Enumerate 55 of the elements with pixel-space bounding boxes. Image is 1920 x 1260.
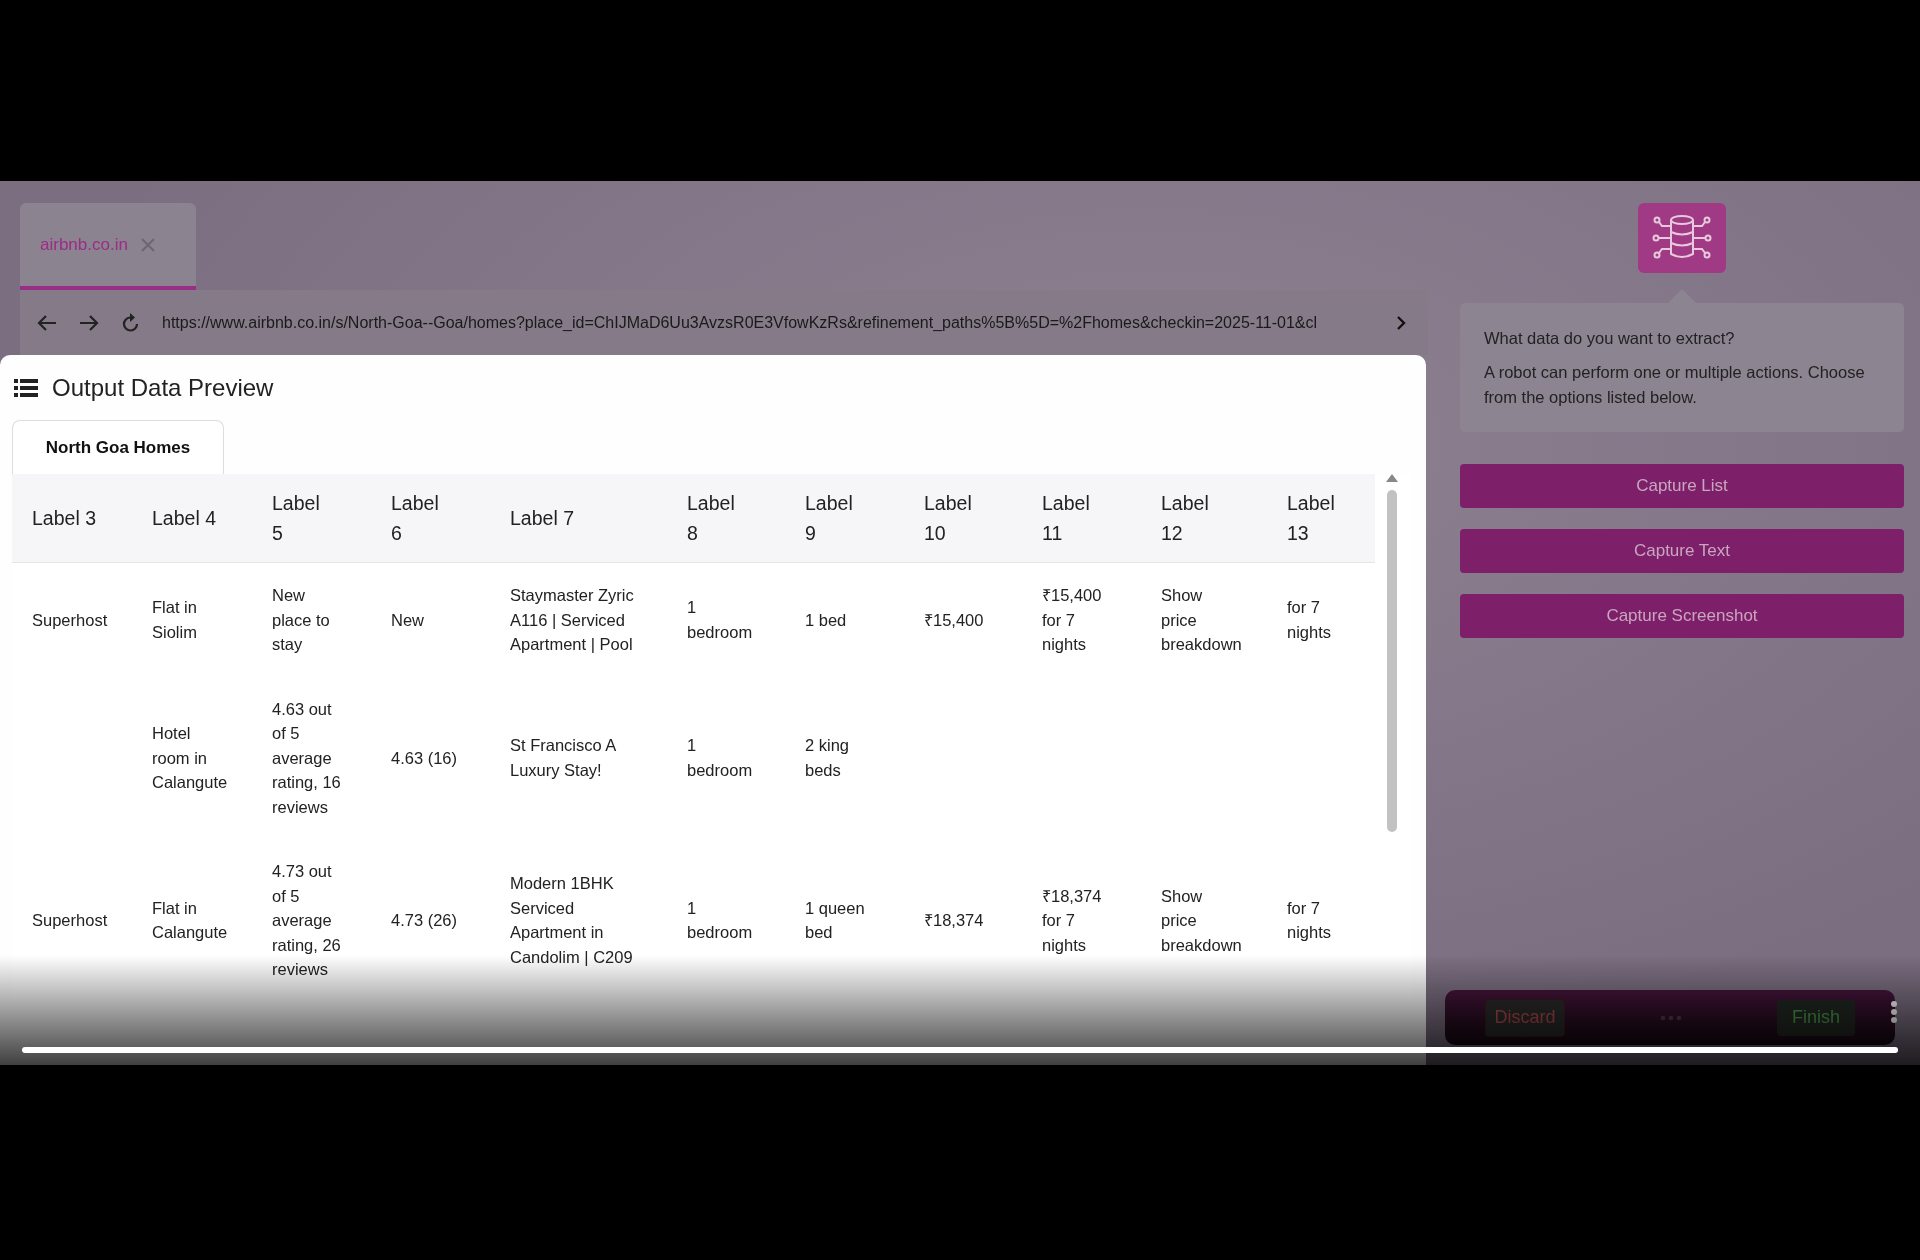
column-header: Label 4 xyxy=(152,507,216,529)
column-header: Label 12 xyxy=(1161,492,1209,544)
table-cell: for 7 nights xyxy=(1287,598,1332,641)
robot-database-icon xyxy=(1638,203,1726,273)
column-header: Label 7 xyxy=(510,507,574,529)
ellipsis-icon xyxy=(1660,1014,1682,1021)
table-cell: for 7 nights xyxy=(1287,898,1332,942)
more-icon[interactable] xyxy=(1890,1000,1898,1024)
table-cell: St Francisco A Luxury Stay! xyxy=(510,736,616,779)
capture-button[interactable]: Capture List xyxy=(1460,464,1904,508)
table-cell: 1 bedroom xyxy=(687,898,753,942)
url-text[interactable]: https://www.airbnb.co.in/s/North-Goa--Goa/homes?place_id=ChIJMaD6Uu3AvzsR0E3VfowKzRs&refinement_paths%5B%5D=%2Fhomes&checkin=2025-11-01&cl xyxy=(162,313,1374,332)
finish-button[interactable]: Finish xyxy=(1777,999,1855,1036)
table-cell: ₹18,374 for 7 nights xyxy=(1042,886,1102,954)
capture-button[interactable]: Capture Screenshot xyxy=(1460,594,1904,638)
table-cell: 4.73 (26) xyxy=(391,911,458,929)
table-cell: 4.73 out of 5 average rating, 26 reviews xyxy=(272,862,341,978)
column-header: Label 9 xyxy=(805,492,853,544)
table-cell: ₹15,400 xyxy=(924,610,984,629)
column-header: Label 6 xyxy=(391,492,439,544)
table-cell: Flat in Calangute xyxy=(152,898,228,942)
column-header: Label 13 xyxy=(1287,492,1335,544)
table-cell: 4.63 out of 5 average rating, 16 reviews xyxy=(272,699,341,816)
table-cell: 1 bedroom xyxy=(687,736,753,779)
table-cell: 1 queen bed xyxy=(805,898,865,942)
column-header: Label 8 xyxy=(687,492,735,544)
table-cell: Show price breakdown xyxy=(1161,586,1242,653)
column-header: Label 3 xyxy=(32,507,96,529)
table-cell: Flat in Siolim xyxy=(152,598,197,641)
table-cell: 2 king beds xyxy=(805,736,850,779)
column-header: Label 10 xyxy=(924,492,972,544)
list-icon xyxy=(14,377,38,398)
table-cell: Hotel room in Calangute xyxy=(152,724,228,791)
scrollbar-thumb[interactable] xyxy=(1387,490,1397,832)
sheet-tab[interactable]: North Goa Homes xyxy=(12,420,224,474)
table-cell: 1 bedroom xyxy=(687,598,753,641)
table-cell: Staymaster Zyric A116 | Serviced Apartment | Pool xyxy=(510,586,634,653)
column-header: Label 5 xyxy=(272,492,320,544)
table-cell: Modern 1BHK Serviced Apartment in Candolim | C209 xyxy=(510,874,633,966)
table-cell: New place to stay xyxy=(272,586,330,653)
prompt-text: What data do you want to extract? xyxy=(1484,329,1736,348)
table-cell: ₹18,374 xyxy=(924,911,984,929)
table-cell: Superhost xyxy=(32,610,108,629)
table-cell: New xyxy=(391,610,424,629)
table-cell: ₹15,400 for 7 nights xyxy=(1042,586,1102,653)
table-cell: Show price breakdown xyxy=(1161,886,1242,954)
description-text: A robot can perform one or multiple actions. Choose from the options listed below. xyxy=(1484,362,1866,408)
chevron-right-icon[interactable] xyxy=(1394,314,1408,331)
scroll-up-icon[interactable] xyxy=(1386,474,1398,482)
table-cell: 1 bed xyxy=(805,610,847,629)
capture-button[interactable]: Capture Text xyxy=(1460,529,1904,573)
table-cell: 4.63 (16) xyxy=(391,748,458,767)
column-header: Label 11 xyxy=(1042,492,1090,544)
table-cell: Superhost xyxy=(32,911,108,929)
panel-title: Output Data Preview xyxy=(52,373,274,402)
